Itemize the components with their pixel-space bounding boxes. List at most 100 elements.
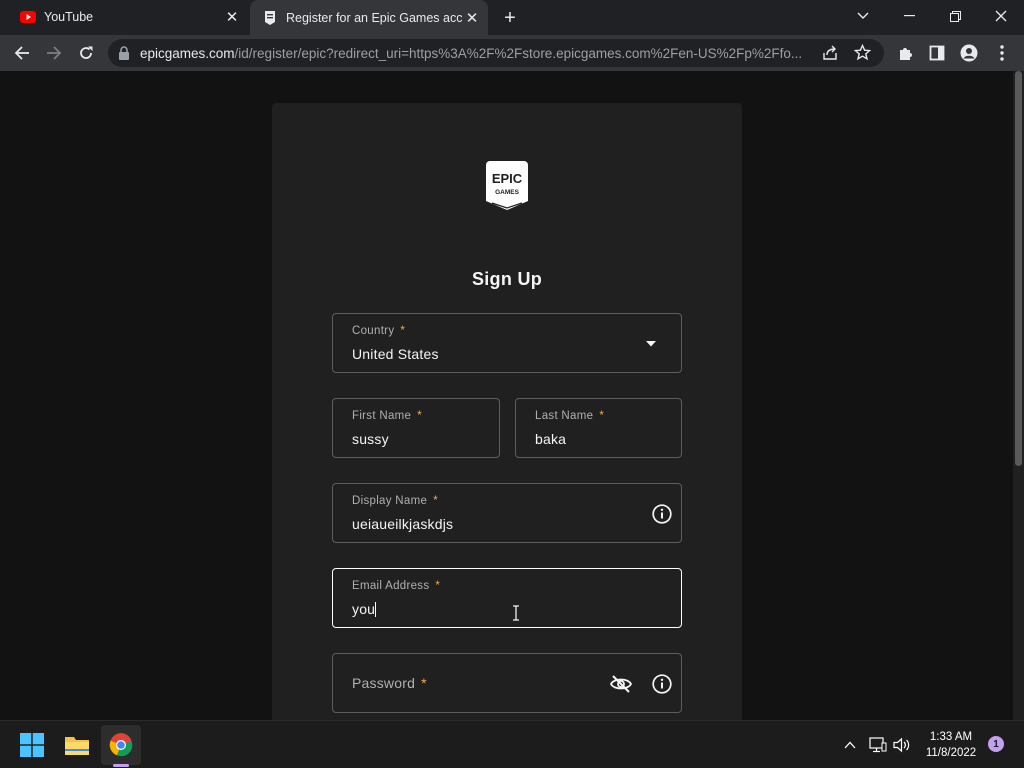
last-name-value: baka xyxy=(535,431,567,447)
required-marker: * xyxy=(400,325,406,337)
first-name-value: sussy xyxy=(352,431,389,447)
clock-date: 11/8/2022 xyxy=(925,747,977,759)
arrow-left-icon xyxy=(14,46,29,60)
chevron-up-icon xyxy=(844,741,856,749)
first-name-label: First Name * xyxy=(352,410,423,422)
menu-button[interactable] xyxy=(987,38,1017,68)
minimize-button[interactable] xyxy=(886,0,932,32)
caret-down-icon[interactable] xyxy=(645,340,657,347)
epic-games-icon xyxy=(265,10,275,25)
speaker-icon xyxy=(893,737,910,753)
reload-icon xyxy=(80,46,93,59)
chrome-icon xyxy=(109,733,133,757)
tab-search-button[interactable] xyxy=(840,0,886,32)
signup-card: EPIC GAMES Sign Up Country * United State… xyxy=(272,103,742,720)
password-label: Password * xyxy=(352,675,427,691)
clock-time: 1:33 AM xyxy=(929,731,973,743)
email-label: Email Address * xyxy=(352,580,441,592)
last-name-field[interactable]: Last Name * baka xyxy=(515,398,682,458)
close-tab-icon[interactable]: ✕ xyxy=(222,7,242,27)
bookmark-button[interactable] xyxy=(853,43,872,66)
required-marker: * xyxy=(421,675,427,691)
url-host: epicgames.com xyxy=(140,45,235,61)
network-icon xyxy=(869,737,887,753)
logo-text-epic: EPIC xyxy=(492,171,523,186)
page-content: EPIC GAMES Sign Up Country * United State… xyxy=(0,71,1013,720)
chevron-down-icon xyxy=(857,12,869,19)
eye-off-icon xyxy=(610,675,632,693)
extensions-button[interactable] xyxy=(891,38,921,68)
country-select[interactable]: Country * United States xyxy=(332,313,682,373)
address-bar[interactable]: epicgames.com/id/register/epic?redirect_… xyxy=(108,39,884,67)
first-name-field[interactable]: First Name * sussy xyxy=(332,398,500,458)
close-tab-icon[interactable]: ✕ xyxy=(462,8,482,28)
side-panel-icon xyxy=(929,45,945,61)
start-button[interactable] xyxy=(12,725,52,765)
email-value: you xyxy=(352,601,377,617)
reload-button[interactable] xyxy=(71,38,101,68)
share-button[interactable] xyxy=(822,45,838,66)
close-icon xyxy=(995,10,1007,22)
tab-title: Register for an Epic Games account xyxy=(286,10,462,25)
youtube-icon xyxy=(20,11,36,23)
toggle-password-visibility-button[interactable] xyxy=(610,673,632,695)
minimize-icon xyxy=(903,15,915,17)
password-info-button[interactable] xyxy=(651,673,673,695)
text-cursor-icon xyxy=(513,605,519,621)
share-icon xyxy=(823,45,837,60)
tab-epic-register[interactable]: Register for an Epic Games account ✕ xyxy=(250,0,488,35)
side-panel-button[interactable] xyxy=(922,38,952,68)
browser-toolbar: epicgames.com/id/register/epic?redirect_… xyxy=(0,35,1024,71)
country-value: United States xyxy=(352,346,439,362)
url-path: /id/register/epic?redirect_uri=https%3A%… xyxy=(234,45,803,61)
system-clock[interactable]: 1:33 AM 11/8/2022 xyxy=(916,729,986,761)
forward-button[interactable] xyxy=(39,38,69,68)
arrow-right-icon xyxy=(47,46,62,60)
logo-text-games: GAMES xyxy=(495,189,520,196)
tab-strip: YouTube ✕ Register for an Epic Games acc… xyxy=(0,0,1024,35)
display-name-label: Display Name * xyxy=(352,495,438,507)
required-marker: * xyxy=(433,495,438,507)
back-button[interactable] xyxy=(7,38,37,68)
required-marker: * xyxy=(417,410,423,422)
restore-button[interactable] xyxy=(932,0,978,32)
scrollbar-thumb[interactable] xyxy=(1015,71,1022,466)
lock-icon[interactable] xyxy=(118,46,130,60)
last-name-label: Last Name * xyxy=(535,410,605,422)
required-marker: * xyxy=(599,410,605,422)
info-icon xyxy=(652,504,672,524)
tab-title: YouTube xyxy=(44,10,94,24)
star-icon xyxy=(853,43,872,61)
display-name-info-button[interactable] xyxy=(651,503,673,525)
more-vertical-icon xyxy=(1000,45,1004,61)
text-caret xyxy=(375,602,377,617)
url-text[interactable]: epicgames.com/id/register/epic?redirect_… xyxy=(140,46,812,61)
profile-button[interactable] xyxy=(954,38,984,68)
profile-icon xyxy=(960,44,978,62)
taskbar: 1:33 AM 11/8/2022 1 xyxy=(0,720,1024,768)
display-name-field[interactable]: Display Name * ueiaueilkjaskdjs xyxy=(332,483,682,543)
page-scrollbar[interactable] xyxy=(1013,71,1024,720)
restore-icon xyxy=(949,10,961,22)
email-field[interactable]: Email Address * you xyxy=(332,568,682,628)
page-title: Sign Up xyxy=(471,269,543,289)
country-label: Country * xyxy=(352,325,406,337)
info-icon xyxy=(652,674,672,694)
file-explorer-icon xyxy=(65,737,89,755)
network-button[interactable] xyxy=(868,735,888,755)
chrome-taskbar-button[interactable] xyxy=(101,725,141,765)
notification-badge[interactable]: 1 xyxy=(988,736,1004,752)
password-field[interactable]: Password * xyxy=(332,653,682,713)
start-icon xyxy=(20,733,44,757)
display-name-value: ueiaueilkjaskdjs xyxy=(352,516,454,532)
required-marker: * xyxy=(435,580,441,592)
file-explorer-button[interactable] xyxy=(57,725,97,765)
volume-button[interactable] xyxy=(892,735,912,755)
new-tab-button[interactable]: + xyxy=(498,6,522,30)
tab-youtube[interactable]: YouTube ✕ xyxy=(8,0,248,34)
epic-games-logo: EPIC GAMES xyxy=(486,161,528,210)
puzzle-icon xyxy=(900,48,912,60)
close-window-button[interactable] xyxy=(978,0,1024,32)
active-app-indicator xyxy=(113,764,129,767)
show-hidden-icons-button[interactable] xyxy=(840,735,860,755)
